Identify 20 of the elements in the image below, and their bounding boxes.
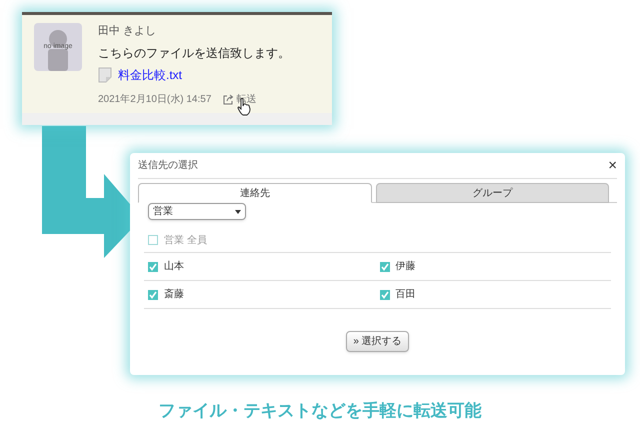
dialog-title: 送信先の選択 <box>138 158 198 173</box>
checkbox-label: 伊藤 <box>396 260 416 274</box>
tab[interactable]: 連絡先 <box>138 183 372 203</box>
checkbox-label: 斎藤 <box>164 288 184 302</box>
file-icon <box>98 66 112 82</box>
checkbox-label: 営業 全員 <box>164 234 207 248</box>
dropdown-caret-icon <box>235 210 241 214</box>
share-icon <box>223 94 234 104</box>
close-button[interactable]: × <box>608 158 617 173</box>
message-text: こちらのファイルを送信致します。 <box>98 44 290 62</box>
select-button[interactable]: » 選択する <box>346 331 409 352</box>
checkbox-label: 百田 <box>396 288 416 302</box>
tab[interactable]: グループ <box>376 183 609 203</box>
checkbox[interactable] <box>148 235 158 245</box>
author-name: 田中 きよし <box>98 24 158 39</box>
timestamp: 2021年2月10日(水) 14:57 <box>98 92 212 106</box>
attachment-link[interactable]: 料金比較.txt <box>118 66 182 84</box>
checkbox-label: 山本 <box>164 260 184 274</box>
group-select[interactable]: 営業 <box>148 203 246 220</box>
caption: ファイル・テキストなどを手軽に転送可能 <box>158 400 482 422</box>
